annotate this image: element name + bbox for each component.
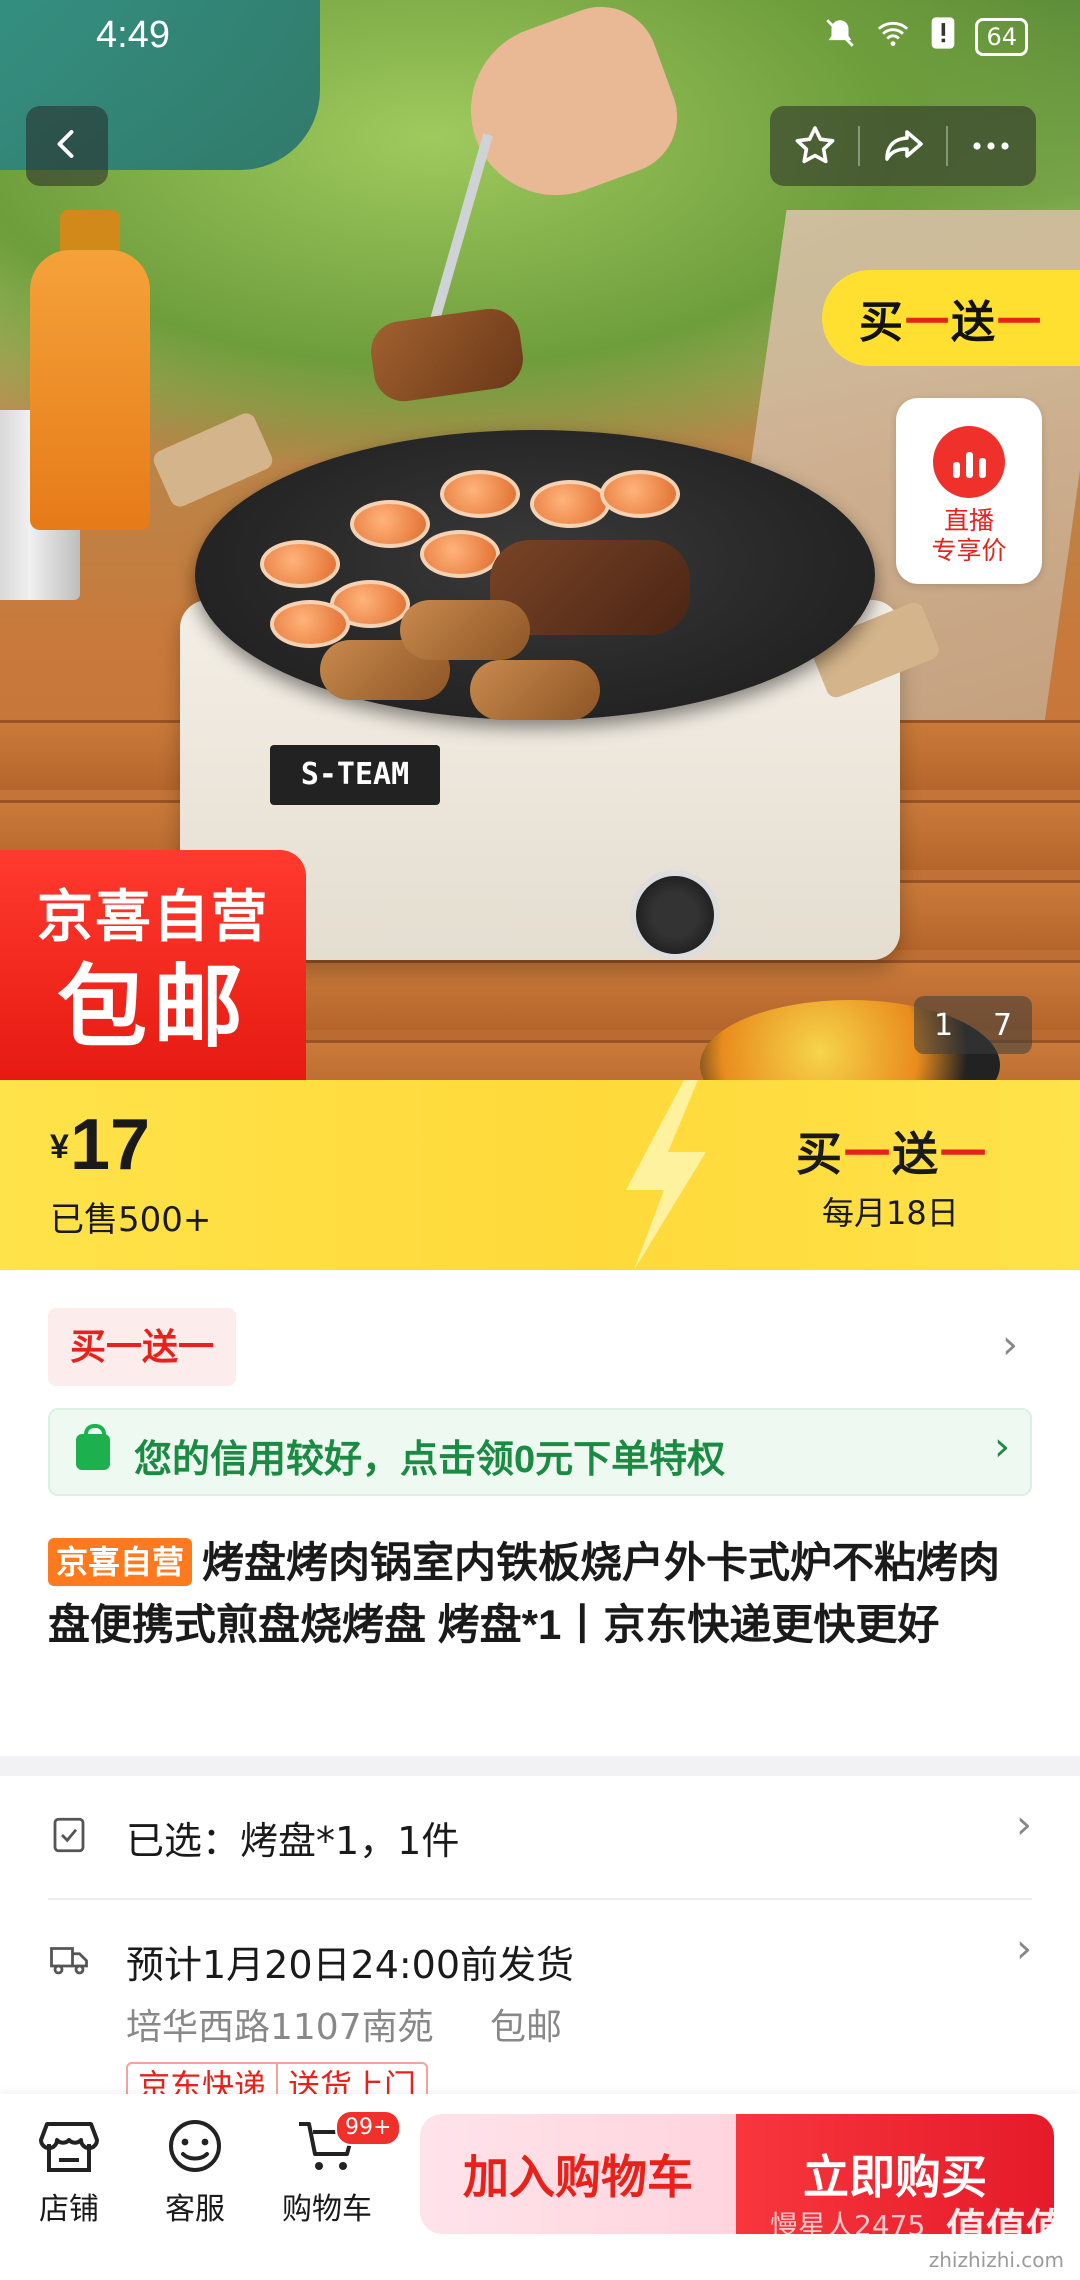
currency-symbol: ¥ (50, 1128, 69, 1166)
delivery-address: 培华西路1107南苑 (126, 2007, 434, 2048)
bottom-action-bar: 店铺 客服 99+ 购物车 加入购物车 立即购买 (0, 2094, 1080, 2280)
pager-total: 7 (992, 1007, 1013, 1043)
credit-notice: 您的信用较好，点击领0元下单特权 (134, 1439, 726, 1481)
alert-icon (929, 16, 957, 58)
battery-indicator: 64 (975, 18, 1028, 56)
product-page: S-TEAM 4:49 64 买 一 送 一 直播 专享价 京喜自营 包邮 1 … (0, 0, 1080, 2280)
price-value: 17 (70, 1105, 151, 1185)
product-info-card: 买一送一 › 您的信用较好，点击领0元下单特权 › 京喜自营 烤盘烤肉锅室内铁板烧… (0, 1270, 1080, 1756)
tab-cart-label: 购物车 (282, 2192, 372, 2227)
selected-spec: 已选：烤盘*1，1件 (126, 1819, 460, 1863)
tab-store-label: 店铺 (39, 2192, 99, 2227)
chevron-left-icon (49, 124, 85, 168)
bogo-promo-text: 买一送一 (796, 1128, 988, 1180)
wifi-icon (875, 16, 911, 58)
tab-store[interactable]: 店铺 (14, 2116, 124, 2228)
free-shipping-label: 包邮 (490, 2007, 563, 2048)
truck-icon (50, 1947, 88, 1975)
tab-customer-service[interactable]: 客服 (140, 2116, 250, 2228)
promo-schedule: 每月18日 (822, 1194, 959, 1232)
delivery-estimate: 预计1月20日24:00前发货 (126, 1943, 575, 1987)
product-title: 京喜自营 烤盘烤肉锅室内铁板烧户外卡式炉不粘烤肉盘便携式煎盘烧烤盘 烤盘*1丨京东… (48, 1532, 1038, 1656)
image-pager: 1 7 (914, 996, 1032, 1054)
top-actions (770, 106, 1036, 186)
lightning-icon (626, 1080, 706, 1270)
site-watermark-url: zhizhizhi.com (928, 2248, 1064, 2272)
star-icon (795, 126, 835, 164)
chevron-right-icon: › (1002, 1322, 1018, 1368)
shopping-bag-icon (76, 1424, 110, 1470)
customer-service-icon (163, 2116, 227, 2176)
back-button[interactable] (26, 106, 108, 186)
tab-cart[interactable]: 99+ 购物车 (272, 2110, 402, 2228)
mute-icon (823, 16, 857, 58)
promotion-row[interactable]: 买一送一 › (48, 1308, 1038, 1388)
clipboard-check-icon (53, 1817, 85, 1853)
status-bar: 4:49 64 (0, 0, 1080, 72)
price-banner: ¥ 17 已售500+ 买一送一 每月18日 (0, 1080, 1080, 1270)
favorite-button[interactable] (780, 111, 850, 181)
chevron-right-icon: › (1016, 1802, 1032, 1848)
add-to-cart-button[interactable]: 加入购物车 (420, 2114, 736, 2234)
cart-icon: 99+ (295, 2110, 402, 2176)
purchase-options-card: 已选：烤盘*1，1件 › 预计1月20日24:00前发货 培华西路1107南苑 … (0, 1776, 1080, 2106)
credit-privilege-banner[interactable]: 您的信用较好，点击领0元下单特权 › (48, 1408, 1032, 1496)
stove-brand-label: S-TEAM (270, 745, 440, 805)
self-operated-badge: 京喜自营 包邮 (0, 850, 306, 1080)
share-button[interactable] (868, 111, 938, 181)
chevron-right-icon: › (1016, 1926, 1032, 1972)
cart-count-badge: 99+ (335, 2110, 402, 2146)
live-price-badge[interactable]: 直播 专享价 (896, 398, 1042, 584)
bogo-tag: 买一送一 (48, 1308, 237, 1386)
live-badge-line2: 专享价 (931, 536, 1007, 565)
live-icon (933, 426, 1005, 498)
chevron-right-icon: › (994, 1424, 1010, 1470)
user-watermark: 慢星人2475 (770, 2209, 926, 2242)
site-watermark-logo: 值值值 (946, 2207, 1066, 2251)
self-operated-label: 京喜自营 (48, 1538, 193, 1586)
sold-count: 已售500+ (50, 1200, 212, 1240)
more-icon (973, 142, 1009, 150)
share-icon (885, 130, 923, 161)
live-badge-line1: 直播 (943, 506, 994, 535)
tab-customer-service-label: 客服 (165, 2192, 225, 2227)
status-time: 4:49 (96, 14, 170, 56)
bogo-promo-tag: 买一送一 (822, 270, 1080, 366)
pager-current: 1 (933, 1007, 954, 1043)
more-button[interactable] (956, 111, 1026, 181)
store-icon (37, 2116, 101, 2176)
